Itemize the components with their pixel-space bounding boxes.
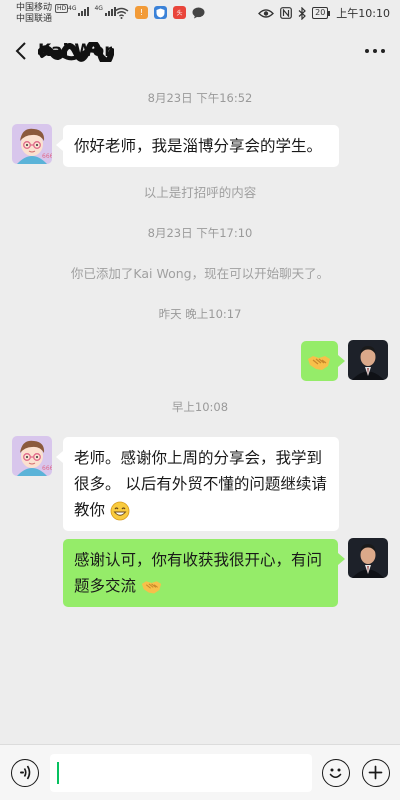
message-bubble-received[interactable]: 你好老师，我是淄博分享会的学生。	[56, 125, 339, 167]
notification-icons: ! 头	[114, 6, 205, 19]
plus-icon	[368, 765, 383, 780]
system-message: 你已添加了Kai Wong，现在可以开始聊天了。	[70, 266, 330, 281]
wifi-icon	[114, 7, 129, 19]
carrier-2: 中国联通	[16, 14, 53, 24]
handshake-emoji-icon	[141, 581, 162, 594]
message-bubble-sent[interactable]: 感谢认可，你有收获我很开心，有问题多交流	[63, 539, 345, 607]
handshake-emoji-icon	[308, 355, 330, 370]
message-bubble-received[interactable]: 老师。感谢你上周的分享会，我学到很多。 以后有外贸不懂的问题继续请教你	[56, 437, 339, 531]
svg-text:666: 666	[42, 153, 52, 160]
time-label: 昨天 晚上10:17	[158, 307, 242, 321]
back-chevron-icon	[15, 42, 26, 60]
message-icon	[192, 7, 205, 18]
status-time: 上午10:10	[336, 7, 390, 20]
time-label: 8月23日 下午16:52	[147, 91, 253, 105]
message-text: 感谢认可，你有收获我很开心，有问题多交流	[74, 551, 323, 595]
news-app-icon: 头	[173, 6, 186, 19]
avatar-self[interactable]	[348, 340, 388, 380]
message-bubble-sent[interactable]	[301, 341, 345, 381]
avatar-other[interactable]: 666	[12, 436, 52, 476]
avatar-other[interactable]: 666	[12, 124, 52, 164]
more-actions-button[interactable]	[362, 759, 390, 787]
bluetooth-icon	[298, 6, 306, 20]
voice-button[interactable]	[11, 759, 39, 787]
message-text: 你好老师，我是淄博分享会的学生。	[74, 137, 323, 155]
chat-header: Kai Wong	[0, 28, 400, 74]
status-bar: 中国移动 HD 中国联通 4G 4G ! 头 20 上午10:10	[0, 0, 400, 28]
eye-icon	[258, 8, 275, 18]
name-redaction-scribble	[38, 42, 114, 62]
emoji-button[interactable]	[322, 759, 350, 787]
grin-emoji-icon	[110, 501, 130, 520]
network-type-2: 4G	[94, 5, 103, 12]
time-label: 早上10:08	[171, 400, 229, 414]
network-type-1: 4G	[68, 5, 77, 12]
voice-icon	[20, 765, 31, 780]
security-icon	[154, 6, 167, 19]
text-caret	[57, 762, 59, 784]
more-dots-icon	[365, 49, 385, 53]
message-input[interactable]	[50, 754, 312, 792]
carrier-1: 中国移动	[16, 3, 53, 13]
carrier-info: 中国移动 HD 中国联通	[16, 3, 69, 25]
hd-badge: HD	[55, 4, 69, 13]
chat-area[interactable]: 8月23日 下午16:52 666 你好老师，我是淄博分享会的学生。 以上是打招…	[0, 74, 400, 744]
back-button[interactable]	[8, 37, 36, 65]
avatar-self[interactable]	[348, 538, 388, 578]
signal-icon: 4G 4G	[68, 6, 116, 16]
nfc-icon	[280, 7, 293, 19]
battery-icon: 20	[312, 7, 331, 19]
input-bar	[0, 744, 400, 800]
battery-level: 20	[312, 7, 329, 19]
time-label: 8月23日 下午17:10	[147, 226, 253, 240]
emoji-icon	[329, 768, 342, 779]
system-message: 以上是打招呼的内容	[143, 185, 257, 200]
app-notification-icon: !	[135, 6, 148, 19]
svg-text:666: 666	[42, 465, 52, 472]
more-button[interactable]	[362, 42, 388, 60]
